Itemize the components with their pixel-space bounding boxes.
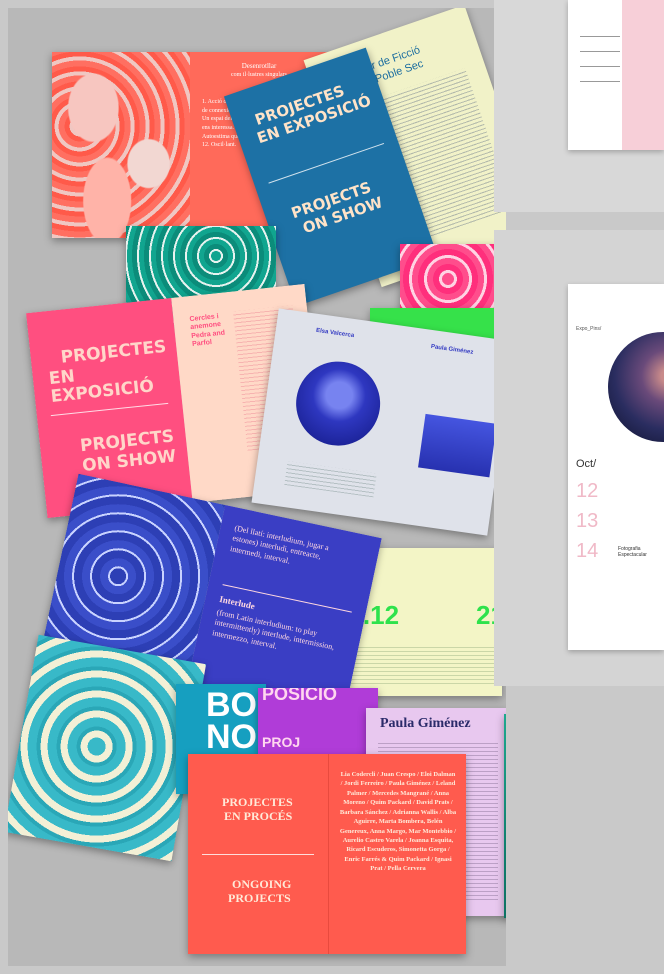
cover-title-line: ONGOING	[232, 877, 292, 891]
calendar-page: Expo_Pins/ Oct/ 12 13 14 Fotografia Espe…	[568, 284, 664, 650]
blue-photo-circle	[290, 356, 386, 452]
purple-bottom: PROJ	[262, 734, 301, 750]
photo-canvas: { "spread_pink_serif": {"title_line1":"D…	[0, 0, 664, 974]
cover-title-line: EN PROCÉS	[224, 809, 293, 823]
pink-page	[568, 0, 664, 150]
cover-forest	[504, 714, 506, 918]
calendar-day: 12	[576, 480, 599, 502]
cover-front: PROJECTES EN PROCÉS ONGOING PROJECTS	[188, 754, 328, 954]
pink-band	[622, 0, 664, 150]
galaxy-circle	[608, 332, 664, 442]
cover-title-line: PROJECTES	[222, 795, 293, 809]
calendar-photo-top	[494, 0, 664, 212]
names-list: Lia Codercli / Juan Crespo / Eloi Dalman…	[339, 771, 457, 873]
magazine-photo: Desenrotllar com il·lustres singulars 1.…	[8, 8, 506, 966]
calendar-event: Fotografia Espectacular	[618, 546, 647, 558]
purple-page: POSICIÓ PROJ	[258, 688, 378, 754]
text-columns	[334, 644, 494, 684]
blue-photo-rect	[418, 413, 497, 478]
spread-caption	[284, 461, 377, 498]
calendar-photo-bottom: Expo_Pins/ Oct/ 12 13 14 Fotografia Espe…	[494, 230, 664, 686]
row-lines	[580, 22, 620, 86]
calendar-header: Expo_Pins/	[576, 326, 602, 332]
spread-name-right: Paula Giménez	[430, 343, 474, 356]
big-letters: NO	[206, 718, 257, 756]
interlude-bottom-text: (from Latin interludium: to play intermi…	[211, 607, 336, 653]
inner-heading: Cercles i anemone Pedra and Parfol	[189, 313, 226, 349]
marble-pattern	[52, 52, 190, 238]
page-title: Desenrotllar	[241, 62, 277, 70]
marble-hot-page	[400, 244, 496, 314]
cover-red: PROJECTES EN PROCÉS ONGOING PROJECTS Lia…	[188, 754, 466, 954]
calendar-day: 14	[576, 540, 599, 562]
purple-text: POSICIÓ	[262, 688, 338, 704]
calendar-month: Oct/	[576, 458, 597, 470]
names-page: Lia Codercli / Juan Crespo / Eloi Dalman…	[328, 754, 466, 954]
cover-title-line: PROJECTS	[228, 891, 291, 905]
spread-name: Paula Giménez	[380, 716, 471, 731]
spread-grey: Elsa Valcerca Paula Giménez	[251, 308, 506, 536]
spread-name-left: Elsa Valcerca	[315, 327, 355, 340]
cover-divider	[202, 854, 314, 855]
interlude-top-text: (Del llatí: interludium, jugar a estones…	[229, 523, 330, 566]
calendar-day: 13	[576, 510, 599, 532]
